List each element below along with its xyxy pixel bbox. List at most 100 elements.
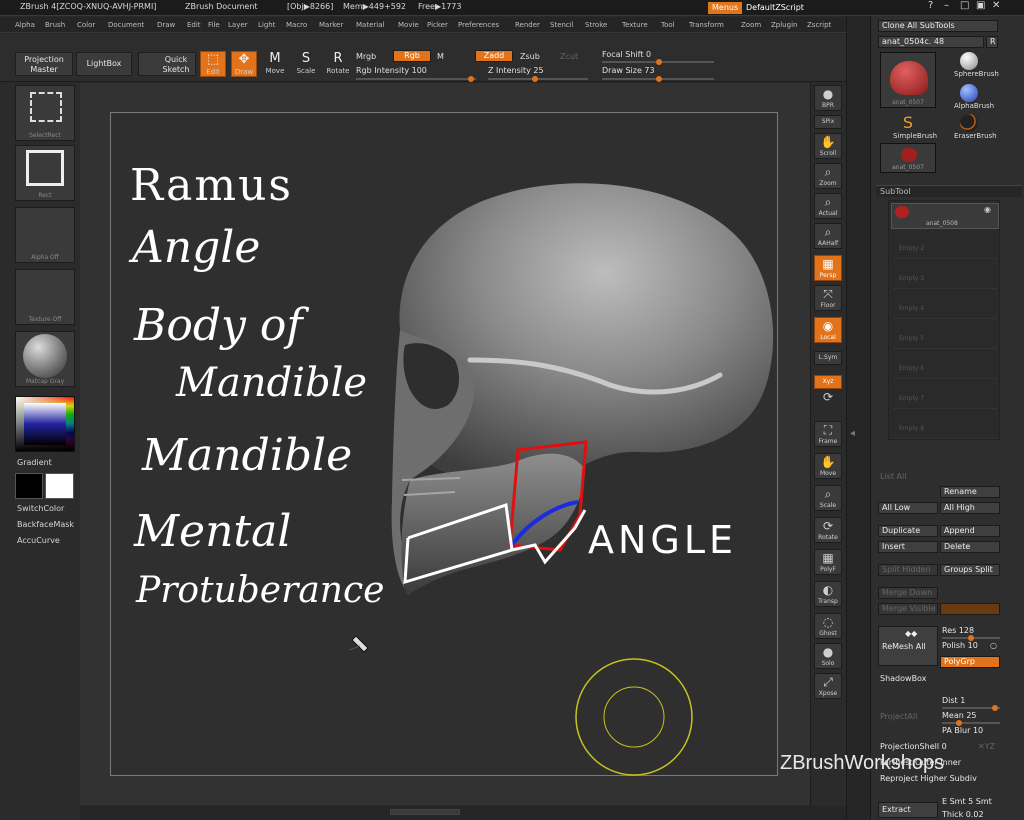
shelf-local-button[interactable]: ◉ Local — [814, 317, 842, 343]
shelf-transp-button[interactable]: ◐ Transp — [814, 581, 842, 607]
shelf-label: L.Sym — [818, 354, 838, 361]
simple-brush[interactable]: S SimpleBrush — [893, 113, 937, 141]
tray-collapse-icon[interactable]: ◂ — [850, 428, 855, 439]
delete-button[interactable]: Delete — [940, 541, 1000, 553]
move-icon: ✋ — [820, 455, 836, 469]
pa-blur-slider[interactable]: PA Blur 10 — [942, 726, 983, 735]
tool-thumbnail-2[interactable]: anat_0507 — [880, 143, 936, 173]
res-slider[interactable]: Res 128 — [942, 626, 974, 635]
shelf-scale-button[interactable]: ⌕ Scale — [814, 485, 842, 511]
shelf-lsym-button[interactable]: L.Sym — [814, 351, 842, 365]
tray-handle[interactable]: ◂ — [846, 16, 870, 820]
subtool-thumb-icon — [895, 206, 909, 218]
polygrp-toggle[interactable]: PolyGrp — [940, 656, 1000, 668]
shelf-label: SPix — [821, 118, 835, 125]
maximize-icon[interactable]: ▣ — [976, 0, 985, 11]
shelf-frame-button[interactable]: ⛶ Frame — [814, 421, 842, 447]
shelf-aahalf-button[interactable]: ⌕ AAHalf — [814, 223, 842, 249]
ghost-icon: ◌ — [822, 615, 834, 629]
subtool-row-empty[interactable]: Empty 6 — [893, 351, 997, 379]
split-hidden-button[interactable]: Split Hidden — [878, 564, 938, 576]
shelf-scroll-button[interactable]: ✋ Scroll — [814, 133, 842, 159]
shelf-spix-button[interactable]: SPix — [814, 115, 842, 129]
subtool-row-empty[interactable]: Empty 7 — [893, 381, 997, 409]
tool-r-button[interactable]: R — [986, 36, 998, 48]
clone-all-subtools-button[interactable]: Clone All SubTools — [878, 20, 998, 32]
shelf-label: Xpose — [818, 690, 838, 697]
polish-toggle-icon[interactable]: ○ — [990, 641, 997, 650]
shelf-actual-button[interactable]: ⌕ Actual — [814, 193, 842, 219]
shelf-rotate-button[interactable]: ⟳ Rotate — [814, 517, 842, 543]
scroll-icon: ✋ — [820, 135, 836, 149]
thick-slider[interactable]: Thick 0.02 — [942, 810, 984, 819]
bottom-shelf-handle[interactable] — [390, 809, 460, 815]
eraser-brush[interactable]: EraserBrush — [954, 114, 997, 140]
shelf-label: PolyF — [820, 566, 836, 573]
current-tool-thumbnail[interactable]: anat_0507 — [880, 52, 936, 108]
dist-slider[interactable]: Dist 1 — [942, 696, 965, 705]
shelf-zoom-button[interactable]: ⌕ Zoom — [814, 163, 842, 189]
merge-mode-toggle[interactable] — [940, 603, 1000, 615]
shelf-move-button[interactable]: ✋ Move — [814, 453, 842, 479]
merge-visible-button[interactable]: Merge Visible — [878, 603, 938, 615]
shelf-floor-button[interactable]: ⤧ Floor — [814, 285, 842, 311]
minimize-icon[interactable]: – — [944, 0, 949, 11]
e-smt-slider[interactable]: E Smt 5 Smt — [942, 797, 992, 806]
res-track[interactable] — [942, 635, 1000, 641]
subtool-row-active[interactable]: ◉ anat_0508 — [891, 203, 999, 229]
shelf-bpr-button[interactable]: ● BPR — [814, 85, 842, 111]
shelf-label: Zoom — [819, 180, 837, 187]
dist-track[interactable] — [942, 705, 1000, 711]
shelf-label: Actual — [818, 210, 838, 217]
subtool-row-empty[interactable]: Empty 5 — [893, 321, 997, 349]
project-all-button[interactable]: ProjectAll — [880, 712, 917, 721]
mean-slider[interactable]: Mean 25 — [942, 711, 977, 720]
extract-button[interactable]: Extract — [878, 802, 938, 818]
dist-handle[interactable] — [992, 705, 998, 711]
subtool-header[interactable]: SubTool — [876, 185, 1022, 197]
shelf-polyf-button[interactable]: ▦ PolyF — [814, 549, 842, 575]
xyz-icon[interactable]: ✕YZ — [978, 742, 995, 751]
shelf-rotate-mode-button[interactable]: ⟳ — [814, 389, 842, 404]
duplicate-button[interactable]: Duplicate — [878, 525, 938, 537]
polish-slider[interactable]: Polish 10 — [942, 641, 978, 650]
remesh-all-button[interactable]: ◆◆ ReMesh All — [878, 626, 938, 666]
alpha-brush[interactable]: AlphaBrush — [954, 84, 994, 110]
close-icon[interactable]: ✕ — [992, 0, 1000, 11]
simple-brush-icon: S — [902, 113, 914, 132]
mean-track[interactable] — [942, 720, 1000, 726]
list-all-button[interactable]: List All — [880, 472, 906, 481]
note-protuberance: Protuberance — [136, 570, 385, 611]
subtool-row-empty[interactable]: Empty 8 — [893, 411, 997, 439]
shelf-xpose-button[interactable]: ⤢ Xpose — [814, 673, 842, 699]
subtool-row-empty[interactable]: Empty 3 — [893, 261, 997, 289]
reproject-higher-subdiv-button[interactable]: Reproject Higher Subdiv — [880, 774, 977, 783]
groups-split-button[interactable]: Groups Split — [940, 564, 1000, 576]
all-high-button[interactable]: All High — [940, 502, 1000, 514]
help-icon[interactable]: ? — [928, 0, 933, 11]
shelf-persp-button[interactable]: ▦ Persp — [814, 255, 842, 281]
projection-shell-slider[interactable]: ProjectionShell 0 — [880, 742, 947, 751]
append-button[interactable]: Append — [940, 525, 1000, 537]
shelf-solo-button[interactable]: ● Solo — [814, 643, 842, 669]
all-low-button[interactable]: All Low — [878, 502, 938, 514]
insert-button[interactable]: Insert — [878, 541, 938, 553]
subtool-row-empty[interactable]: Empty 2 — [893, 231, 997, 259]
shelf-xyz-button[interactable]: Xyz — [814, 375, 842, 389]
viewport-drawing — [348, 183, 774, 776]
subtool-list: ◉ anat_0508 Empty 2 Empty 3 Empty 4 Empt… — [888, 200, 1000, 440]
tool-name-slider[interactable]: anat_0504c. 48 — [878, 36, 984, 48]
note-ramus: Ramus — [130, 160, 294, 211]
bpr-icon: ● — [822, 87, 834, 101]
sphere-brush[interactable]: SphereBrush — [954, 52, 999, 78]
subtool-row-empty[interactable]: Empty 4 — [893, 291, 997, 319]
shelf-ghost-button[interactable]: ◌ Ghost — [814, 613, 842, 639]
shadowbox-button[interactable]: ShadowBox — [880, 674, 926, 683]
shelf-label: Scale — [819, 502, 837, 509]
subtool-visibility-icon[interactable]: ◉ — [984, 205, 991, 214]
navigation-ring-inner[interactable] — [603, 686, 665, 748]
navigation-ring-outer[interactable] — [575, 658, 693, 776]
merge-down-button[interactable]: Merge Down — [878, 587, 938, 599]
restore-icon[interactable]: □ — [960, 0, 969, 11]
rename-button[interactable]: Rename — [940, 486, 1000, 498]
